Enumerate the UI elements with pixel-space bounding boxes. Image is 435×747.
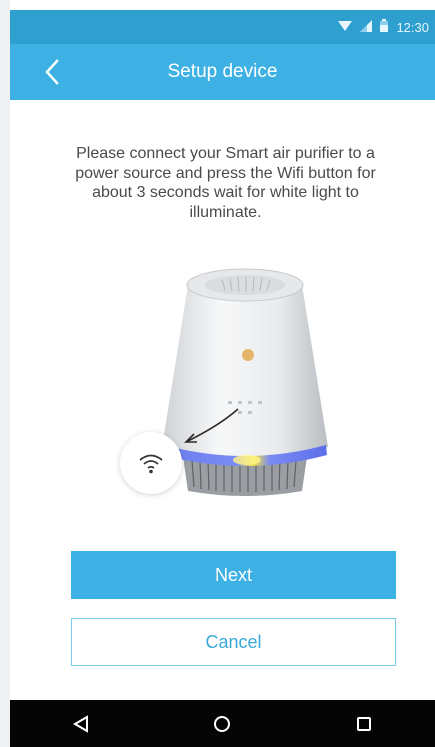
signal-icon xyxy=(360,19,373,35)
nav-back-button[interactable] xyxy=(61,709,101,739)
phone-screen: 12:30 Setup device Please connect your S… xyxy=(10,0,435,747)
navigation-bar xyxy=(10,700,435,747)
back-triangle-icon xyxy=(72,714,88,733)
chevron-left-icon xyxy=(45,59,59,85)
home-circle-icon xyxy=(214,715,231,732)
status-bar: 12:30 xyxy=(10,10,435,44)
next-button[interactable]: Next xyxy=(71,551,396,599)
nav-home-button[interactable] xyxy=(202,709,242,739)
battery-icon xyxy=(380,19,389,35)
wifi-button-badge xyxy=(120,432,182,494)
page-title: Setup device xyxy=(167,61,278,82)
status-time: 12:30 xyxy=(396,19,429,35)
wifi-icon xyxy=(139,454,163,474)
nav-recents-button[interactable] xyxy=(344,709,384,739)
app-bar: Setup device xyxy=(10,44,435,100)
recents-square-icon xyxy=(357,716,372,731)
back-button[interactable] xyxy=(40,58,66,86)
instructions-text: Please connect your Smart air purifier t… xyxy=(75,145,376,221)
wifi-icon xyxy=(338,20,353,35)
cancel-button[interactable]: Cancel xyxy=(71,618,396,666)
